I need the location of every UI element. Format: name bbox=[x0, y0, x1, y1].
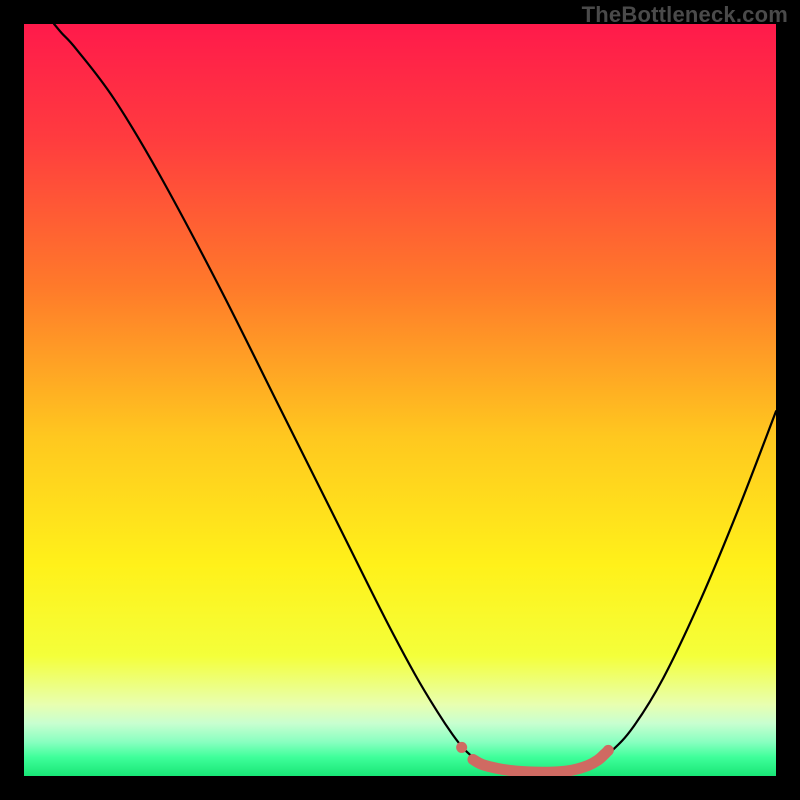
chart-svg bbox=[24, 24, 776, 776]
watermark-text: TheBottleneck.com bbox=[582, 2, 788, 28]
highlight-dot bbox=[456, 742, 467, 753]
chart-frame: TheBottleneck.com bbox=[0, 0, 800, 800]
bottleneck-chart bbox=[24, 24, 776, 776]
